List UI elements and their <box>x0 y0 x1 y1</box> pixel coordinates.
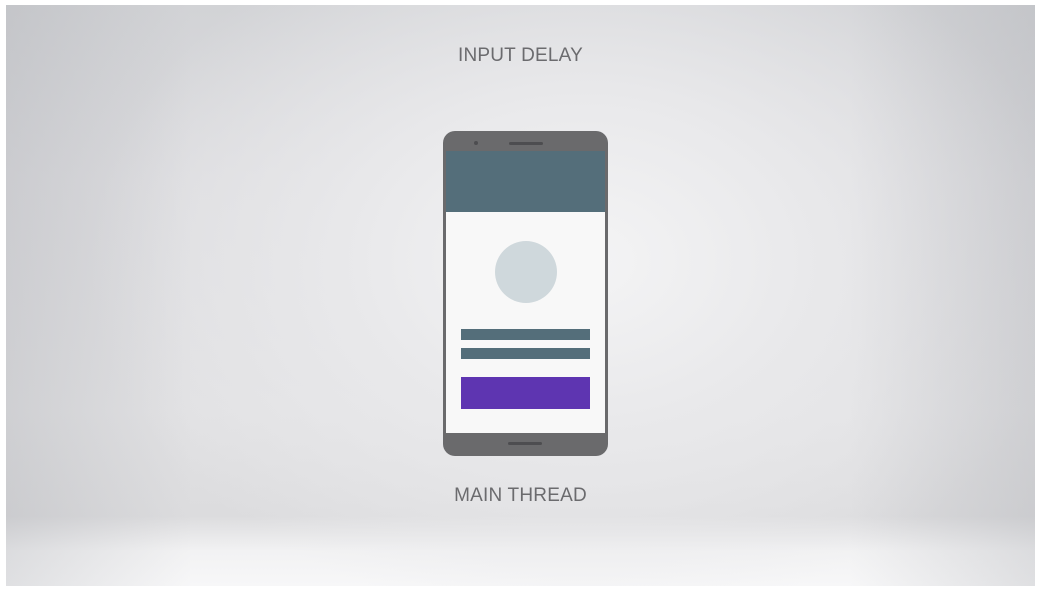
text-line-placeholder <box>461 348 590 359</box>
app-header-bar <box>446 151 605 212</box>
action-button[interactable] <box>461 377 590 409</box>
slide: INPUT DELAY MAIN THREAD <box>0 0 1041 590</box>
text-line-placeholder <box>461 329 590 340</box>
camera-dot <box>474 141 478 145</box>
main-thread-label: MAIN THREAD <box>454 485 587 506</box>
phone-screen <box>446 151 605 433</box>
home-indicator <box>508 442 542 445</box>
input-delay-label: INPUT DELAY <box>457 45 584 66</box>
speaker-slot <box>509 142 543 145</box>
avatar-placeholder <box>495 241 557 303</box>
phone-mockup <box>443 131 608 456</box>
